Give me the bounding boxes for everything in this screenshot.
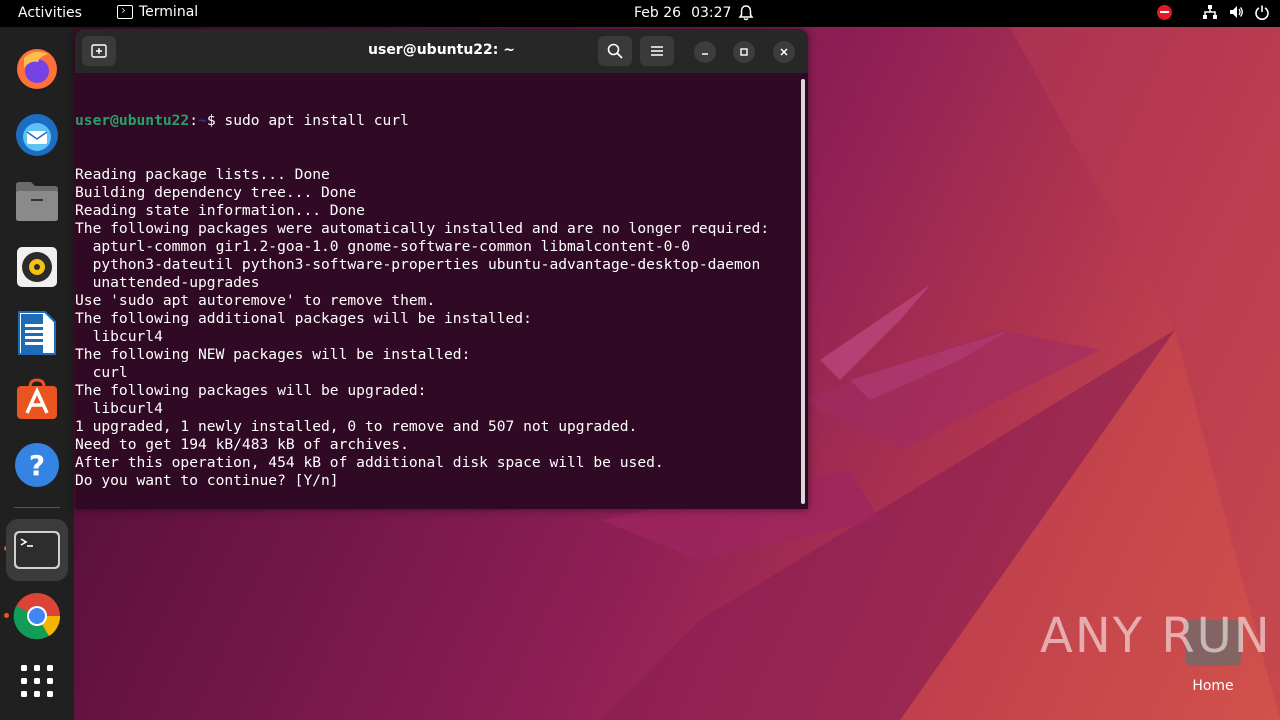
network-icon[interactable] [1202,4,1218,20]
search-icon [607,43,623,59]
clock-date: Feb 26 [634,5,682,21]
dock-separator [14,507,60,508]
dock-show-apps[interactable] [9,653,65,709]
dock-rhythmbox[interactable] [9,239,65,295]
close-icon [780,48,788,56]
menu-button[interactable] [640,36,674,66]
dock-help[interactable]: ? [9,437,65,493]
output-line: Use 'sudo apt autoremove' to remove them… [75,292,436,309]
output-line: The following NEW packages will be insta… [75,346,471,363]
maximize-icon [740,48,748,56]
output-line: The following packages will be upgraded: [75,382,427,399]
dock-thunderbird[interactable] [9,107,65,163]
output-line: libcurl4 [75,328,163,345]
terminal-output[interactable]: user@ubuntu22:~$ sudo apt install curl R… [75,73,798,509]
clock[interactable]: Feb 26 03:27 [634,5,741,21]
power-icon[interactable] [1254,4,1270,20]
command-line: user@ubuntu22:~$ sudo apt install curl [75,112,798,130]
volume-icon[interactable] [1228,4,1244,20]
notification-bell-icon[interactable] [737,4,755,22]
show-apps-icon [21,665,53,697]
output-line: libcurl4 [75,400,163,417]
svg-text:?: ? [29,449,45,482]
output-line: apturl-common gir1.2-goa-1.0 gnome-softw… [75,238,691,255]
maximize-button[interactable] [733,41,755,63]
dock-writer[interactable] [9,305,65,361]
app-name: Terminal [139,4,199,20]
terminal-icon [14,531,60,569]
minimize-button[interactable] [694,41,716,63]
dock-app-center[interactable] [9,371,65,427]
output-line: The following additional packages will b… [75,310,532,327]
dock-terminal[interactable] [6,519,68,581]
chrome-icon [13,593,61,640]
search-button[interactable] [598,36,632,66]
app-center-icon [17,378,57,419]
output-line: curl [75,364,128,381]
dock: ? [0,27,74,720]
terminal-titlebar[interactable]: user@ubuntu22: ~ [75,29,808,73]
dock-chrome[interactable] [9,588,65,644]
command-text: sudo apt install curl [224,112,409,129]
terminal-small-icon [117,5,133,19]
libreoffice-writer-icon [18,311,56,355]
prompt-separator: : [189,112,199,129]
dock-files[interactable] [9,173,65,229]
files-icon [16,182,58,221]
output-line: After this operation, 454 kB of addition… [75,454,664,471]
scrollbar[interactable] [801,79,805,504]
output-line: Need to get 194 kB/483 kB of archives. [75,436,409,453]
watermark: ANY RUN [1040,608,1272,664]
terminal-window[interactable]: user@ubuntu22: ~ user@ubuntu22:~$ sudo a… [75,29,808,509]
output-line: Reading state information... Done [75,202,365,219]
system-tray[interactable] [1157,4,1270,20]
output-line: unattended-upgrades [75,274,260,291]
output-line: The following packages were automaticall… [75,220,770,237]
home-label: Home [1192,678,1234,694]
close-button[interactable] [773,41,795,63]
do-not-disturb-icon[interactable] [1157,4,1172,20]
minimize-icon [702,53,708,55]
help-icon: ? [15,443,59,487]
top-bar: Activities Terminal Feb 26 03:27 [0,0,1280,27]
rhythmbox-icon [17,247,57,287]
prompt-symbol: $ [206,112,225,129]
output-line: Do you want to continue? [Y/n] [75,472,339,489]
app-menu[interactable]: Terminal [117,4,198,20]
output-line: 1 upgraded, 1 newly installed, 0 to remo… [75,418,638,435]
dock-firefox[interactable] [9,41,65,97]
clock-time: 03:27 [691,5,732,21]
activities-button[interactable]: Activities [18,5,82,21]
output-line: Reading package lists... Done [75,166,330,183]
output-line: Building dependency tree... Done [75,184,357,201]
prompt-path: ~ [198,112,207,129]
hamburger-menu-icon [651,46,663,56]
thunderbird-icon [16,114,58,156]
firefox-icon [17,49,57,89]
prompt-user: user@ubuntu22 [75,112,190,129]
output-line: python3-dateutil python3-software-proper… [75,256,761,273]
